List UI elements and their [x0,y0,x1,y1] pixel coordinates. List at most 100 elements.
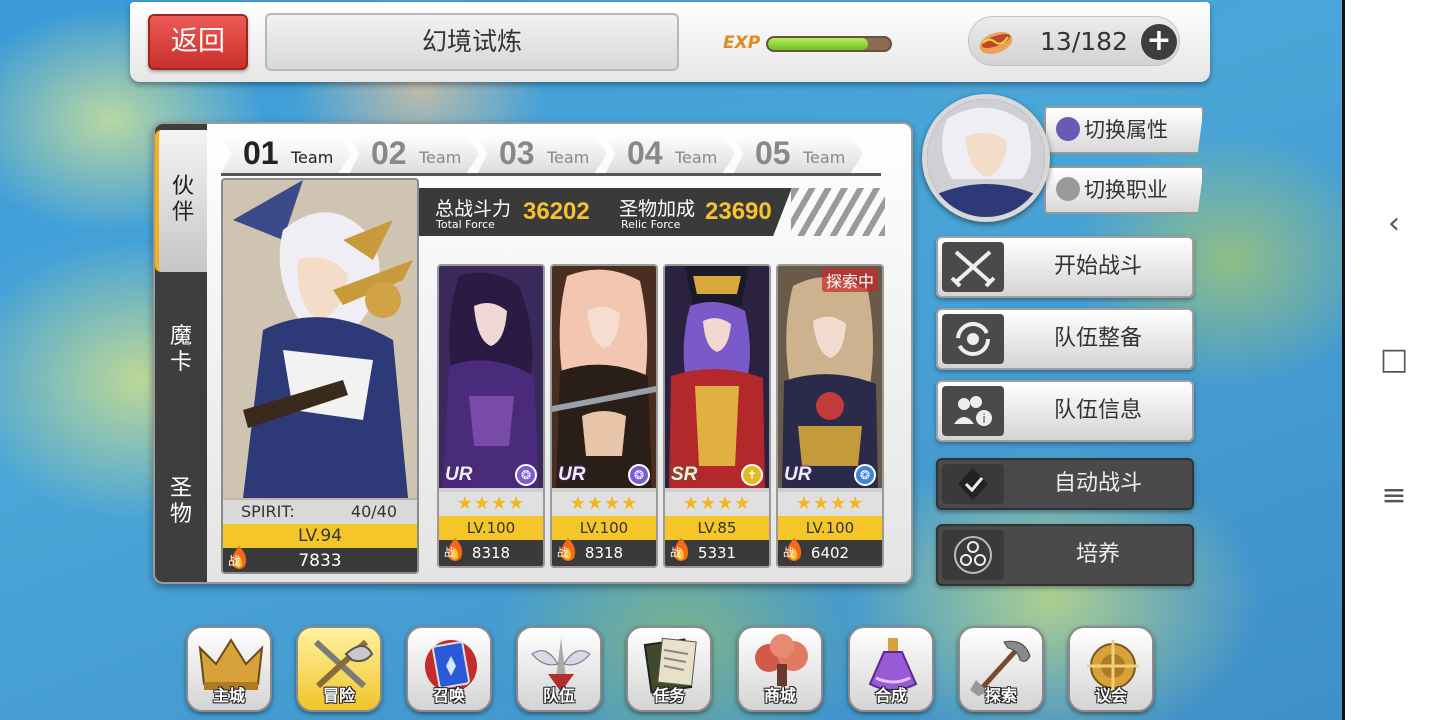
tab-team-02[interactable]: 02 Team [349,134,479,174]
leader-avatar[interactable] [922,94,1050,222]
member-power: 6402 [810,544,850,562]
spirit-row: SPIRIT: 40/40 [223,500,417,524]
back-button[interactable]: 返回 [148,14,248,70]
svg-text:i: i [982,412,985,426]
switch-attribute-label: 切换属性 [1084,118,1168,142]
add-stamina-button[interactable]: + [1141,24,1177,60]
tab-team-05[interactable]: 05 Team [733,134,863,174]
nav-back-button[interactable]: ‹ [1345,204,1440,244]
member-power-row: 战 8318 [552,538,656,566]
switch-attribute-button[interactable]: 切换属性 [1044,106,1204,154]
leader-power: 7833 [298,551,342,571]
side-tabs: 伙 伴 魔 卡 圣 物 [155,124,207,582]
member-card[interactable]: UR ❂ ★★★★ LV.100 战 8318 [437,264,545,568]
dock-label: 主城 [212,686,245,705]
member-power-row: 战 5331 [665,538,769,566]
job-icon [1056,177,1080,201]
start-battle-button[interactable]: 开始战斗 [936,236,1194,298]
star-rating: ★★★★ [778,492,882,516]
team-word: Team [547,148,590,167]
exp-bar-fill [768,38,869,50]
member-card[interactable]: 探索中 UR ❂ ★★★★ LV.100 战 6402 [776,264,884,568]
rarity-label: UR [445,464,473,485]
relic-force-label: 圣物加成 [619,198,696,220]
member-card[interactable]: SR ✝ ★★★★ LV.85 战 5331 [663,264,771,568]
member-power-row: 战 6402 [778,538,882,566]
team-word: Team [419,148,462,167]
leader-card[interactable]: SPIRIT: 40/40 LV.94 战 7833 [221,178,419,574]
check-icon [942,464,1004,504]
stamina-box: 13/182 + [968,16,1180,66]
dock-team[interactable]: 队伍 [516,626,602,712]
system-nav-bar: ‹ □ ≡ [1342,0,1440,720]
dock-council[interactable]: 议会 [1068,626,1154,712]
dock-label: 议会 [1094,686,1127,705]
exp-label: EXP [723,33,761,53]
nav-home-button[interactable]: □ [1345,340,1440,380]
leader-portrait [223,180,417,498]
tab-relics[interactable]: 圣 物 [155,440,207,570]
power-mark: 战 [444,546,455,559]
hotdog-icon [979,31,1013,55]
nav-menu-button[interactable]: ≡ [1345,476,1440,516]
star-rating: ★★★★ [439,492,543,516]
exp-bar [766,36,892,52]
rarity-label: SR [671,464,698,485]
tab-magic-cards[interactable]: 魔 卡 [155,300,207,410]
member-power-row: 战 8318 [439,538,543,566]
rarity-label: UR [558,464,586,485]
total-force-label: 总战斗力 [435,198,512,220]
team-prepare-button[interactable]: 队伍整备 [936,308,1194,370]
member-portrait [552,266,656,488]
dock-synthesis[interactable]: 合成 [848,626,934,712]
dock-label: 合成 [874,686,907,705]
attribute-icon: ❂ [854,464,876,486]
member-card[interactable]: UR ❂ ★★★★ LV.100 战 8318 [550,264,658,568]
power-mark: 战 [670,546,681,559]
tab-team-01[interactable]: 01 Team [221,134,351,174]
auto-battle-button[interactable]: 自动战斗 [936,458,1194,510]
start-battle-label: 开始战斗 [1053,254,1142,279]
team-word: Team [803,148,846,167]
dock-shop[interactable]: 商城 [737,626,823,712]
tab-team-03[interactable]: 03 Team [477,134,607,174]
crossed-swords-icon [942,242,1004,292]
team-prepare-label: 队伍整备 [1053,326,1142,351]
power-mark: 战 [783,546,794,559]
dock-explore[interactable]: 探索 [958,626,1044,712]
attribute-icon: ❂ [515,464,537,486]
power-mark: 战 [228,554,241,568]
member-portrait [439,266,543,488]
team-number: 04 [627,135,663,171]
team-number: 01 [243,135,279,171]
team-word: Team [675,148,718,167]
team-tabs-underline [221,173,881,176]
avatar [927,99,1045,217]
tab-team-04[interactable]: 04 Team [605,134,735,174]
dock-main-city[interactable]: 主城 [186,626,272,712]
top-bar: 返回 幻境试炼 EXP 13/182 + [130,2,1210,82]
team-info-button[interactable]: i 队伍信息 [936,380,1194,442]
game-screen: 返回 幻境试炼 EXP 13/182 + 伙 伴 魔 卡 圣 物 01 Team … [0,0,1342,720]
relic-force-sublabel: Relic Force [621,218,681,231]
dock-label: 冒险 [322,686,355,705]
relic-force-value: 23690 [705,198,772,225]
team-number: 05 [755,135,791,171]
team-info-icon: i [942,386,1004,436]
star-rating: ★★★★ [552,492,656,516]
page-title: 幻境试炼 [265,13,679,71]
dock-summon[interactable]: 召唤 [406,626,492,712]
switch-job-button[interactable]: 切换职业 [1044,166,1204,214]
tab-partners[interactable]: 伙 伴 [155,130,207,272]
total-force-value: 36202 [523,198,590,225]
dock-label: 任务 [652,686,685,705]
dock-quest[interactable]: 任务 [626,626,712,712]
power-mark: 战 [557,546,568,559]
team-panel: 伙 伴 魔 卡 圣 物 01 Team 02 Team 03 Team 04 Team … [153,122,913,584]
spirit-label: SPIRIT: [241,502,295,521]
spirit-value: 40/40 [350,502,397,521]
force-bar-stripes [791,188,885,236]
dock-adventure[interactable]: 冒险 [296,626,382,712]
star-rating: ★★★★ [665,492,769,516]
train-button[interactable]: 培养 [936,524,1194,586]
